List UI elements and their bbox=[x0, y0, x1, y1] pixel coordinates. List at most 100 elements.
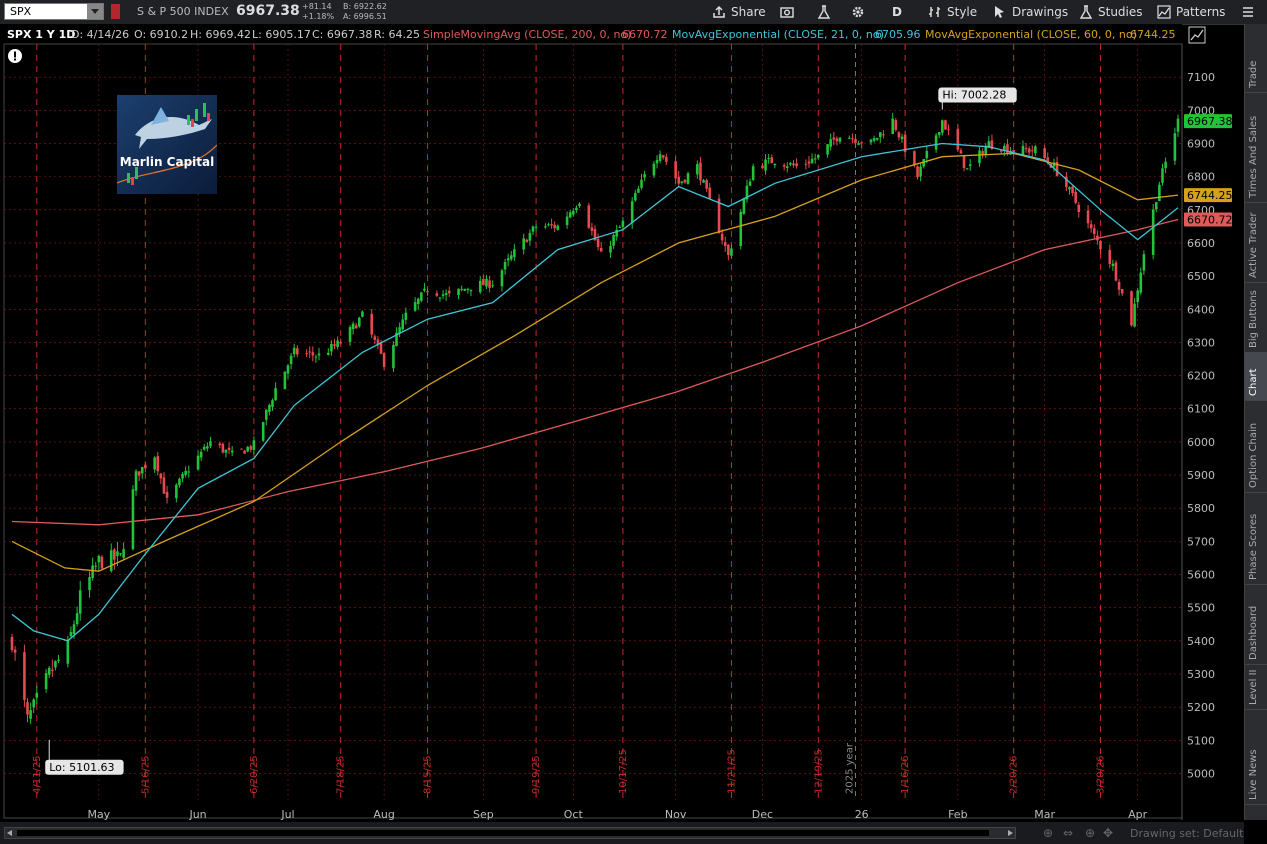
scroll-left-icon[interactable] bbox=[7, 830, 12, 836]
candle-body bbox=[32, 699, 36, 708]
candle-body bbox=[1136, 290, 1139, 303]
candle-body bbox=[941, 120, 944, 133]
candle-body bbox=[978, 150, 981, 164]
candle-body bbox=[252, 440, 256, 450]
style-button[interactable]: Style bbox=[928, 4, 977, 20]
candle-body bbox=[587, 205, 591, 228]
candle-body bbox=[134, 471, 138, 491]
zoom-in-icon[interactable]: ⊕ bbox=[1043, 826, 1053, 840]
candle-body bbox=[565, 216, 569, 225]
candle-body bbox=[373, 336, 377, 340]
candle-body bbox=[336, 340, 339, 347]
flag-icon[interactable] bbox=[111, 4, 120, 19]
candle-body bbox=[435, 293, 439, 296]
candle-body bbox=[289, 355, 293, 365]
sidebar-tab-chart[interactable]: Chart bbox=[1244, 352, 1267, 401]
candle-body bbox=[1151, 209, 1155, 255]
candle-body bbox=[351, 323, 355, 329]
zoom-fit-icon[interactable]: ⇔ bbox=[1063, 826, 1073, 840]
candle-body bbox=[739, 211, 743, 246]
candle-body bbox=[13, 649, 17, 653]
symbol-input[interactable]: SPX bbox=[4, 3, 104, 20]
candle-body bbox=[218, 443, 222, 446]
snapshot-button[interactable] bbox=[780, 4, 794, 20]
sidebar-tab-dashboard[interactable]: Dashboard bbox=[1244, 584, 1267, 665]
candle-body bbox=[35, 692, 39, 698]
event-label: 7/18/25 bbox=[336, 755, 347, 794]
share-button[interactable]: Share bbox=[712, 4, 766, 20]
candle-body bbox=[97, 555, 101, 563]
horizontal-scrollbar[interactable] bbox=[4, 827, 1016, 839]
event-label: 3/20/26 bbox=[1095, 755, 1106, 794]
symbol-dropdown-icon[interactable] bbox=[87, 4, 103, 19]
candle-body bbox=[1176, 118, 1180, 132]
sidebar-tab-times-and-sales[interactable]: Times And Sales bbox=[1244, 92, 1267, 203]
patterns-button[interactable]: Patterns bbox=[1157, 4, 1225, 20]
x-tick-label: Feb bbox=[948, 808, 967, 820]
alert-icon[interactable] bbox=[7, 48, 23, 64]
scroll-right-icon[interactable] bbox=[1008, 830, 1013, 836]
candle-body bbox=[612, 235, 615, 246]
y-tick-label: 6400 bbox=[1187, 303, 1215, 316]
price-axis[interactable]: 5000 5100 5200 5300 5400 5500 5600 5700 5800 5900… bbox=[1184, 71, 1233, 780]
candle-body bbox=[640, 179, 643, 188]
sidebar-tab-level-ii[interactable]: Level II bbox=[1244, 664, 1267, 710]
candle-body bbox=[401, 319, 405, 330]
candle-body bbox=[826, 144, 829, 155]
candle-body bbox=[509, 255, 513, 260]
sidebar-tab-label: Big Buttons bbox=[1248, 290, 1259, 348]
patterns-label: Patterns bbox=[1176, 5, 1226, 19]
candle-body bbox=[305, 353, 308, 355]
candle-body bbox=[851, 138, 854, 140]
pan-icon[interactable]: ✥ bbox=[1103, 826, 1113, 840]
scroll-thumb[interactable] bbox=[17, 830, 989, 836]
menu-button[interactable] bbox=[1241, 4, 1255, 20]
candle-body bbox=[919, 166, 922, 177]
candle-body bbox=[590, 227, 594, 231]
event-label: 11/21/25 bbox=[726, 749, 737, 794]
sidebar-tab-active-trader[interactable]: Active Trader bbox=[1244, 202, 1267, 283]
sidebar-tab-label: Live News bbox=[1248, 749, 1259, 800]
x-tick-label: Sep bbox=[473, 808, 494, 820]
candle-body bbox=[767, 158, 770, 160]
candle-body bbox=[925, 150, 929, 159]
candle-body bbox=[686, 173, 690, 184]
sidebar-tab-phase-scores[interactable]: Phase Scores bbox=[1244, 492, 1267, 585]
candle-body bbox=[674, 161, 677, 179]
y-tick-label: 6300 bbox=[1187, 336, 1215, 349]
sidebar-tab-label: Times And Sales bbox=[1248, 115, 1259, 198]
settings-button[interactable] bbox=[851, 4, 865, 20]
logo-text: Marlin Capital bbox=[119, 155, 215, 169]
drawing-set-label[interactable]: Drawing set: Default bbox=[1130, 827, 1243, 840]
candle-body bbox=[847, 137, 851, 139]
drawings-button[interactable]: Drawings bbox=[993, 4, 1068, 20]
candle-body bbox=[785, 166, 789, 168]
sidebar-tab-big-buttons[interactable]: Big Buttons bbox=[1244, 282, 1267, 353]
candle-body bbox=[162, 477, 166, 494]
price-change: +81.14 bbox=[302, 2, 332, 11]
candle-body bbox=[913, 151, 916, 166]
sidebar-tab-live-news[interactable]: Live News bbox=[1244, 709, 1267, 805]
chart-mode-icon[interactable] bbox=[1188, 26, 1206, 44]
sidebar-tab-trade[interactable]: Trade bbox=[1244, 52, 1267, 93]
candle-body bbox=[187, 471, 191, 473]
crosshair-icon[interactable]: ⊕ bbox=[1085, 826, 1095, 840]
candle-body bbox=[463, 288, 467, 291]
flask-button[interactable] bbox=[817, 4, 831, 20]
candle-body bbox=[534, 226, 538, 228]
sidebar-tab-option-chain[interactable]: Option Chain bbox=[1244, 400, 1267, 493]
candle-body bbox=[75, 613, 79, 625]
candle-body bbox=[854, 138, 857, 143]
candle-body bbox=[1139, 272, 1143, 293]
candle-body bbox=[956, 128, 960, 150]
event-label: 9/19/25 bbox=[531, 755, 542, 794]
aggregation-button[interactable]: D bbox=[892, 4, 902, 20]
candle-body bbox=[264, 409, 268, 420]
candle-body bbox=[652, 163, 656, 176]
lo-label-text: Lo: 5101.63 bbox=[49, 761, 114, 774]
candle-body bbox=[916, 166, 919, 178]
candle-body bbox=[857, 143, 860, 145]
candle-body bbox=[311, 352, 315, 356]
candle-body bbox=[1092, 228, 1096, 235]
studies-button[interactable]: Studies bbox=[1079, 4, 1143, 20]
